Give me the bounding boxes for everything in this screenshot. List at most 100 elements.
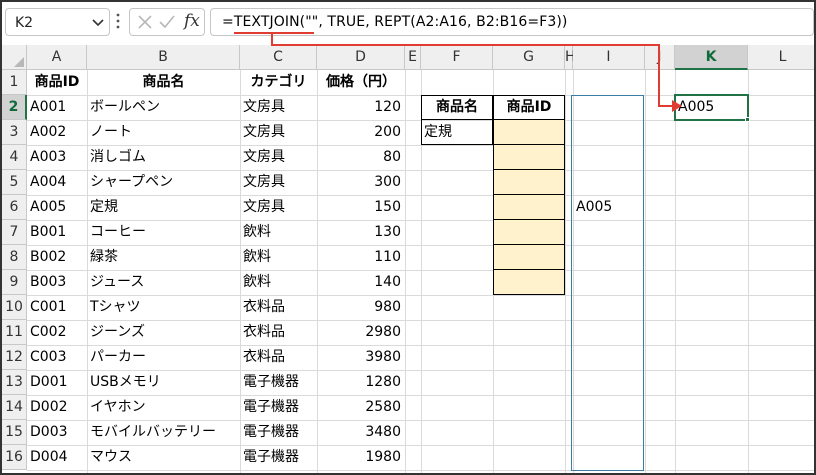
row-header-11[interactable]: 11 [2,320,27,345]
cell-id[interactable]: A005 [27,195,87,220]
cell-name[interactable]: ノート [87,120,240,145]
cancel-icon[interactable] [138,15,152,29]
cell-name[interactable]: マウス [87,445,240,470]
column-header-l[interactable]: L [748,45,814,70]
cell-name[interactable]: モバイルバッテリー [87,420,240,445]
cell-category[interactable]: 電子機器 [240,445,317,470]
row-header-13[interactable]: 13 [2,370,27,395]
cell-id[interactable]: D004 [27,445,87,470]
cell-id[interactable]: A003 [27,145,87,170]
cell-name[interactable]: パーカー [87,345,240,370]
cell-g2[interactable]: 商品ID [493,95,565,120]
row-header-14[interactable]: 14 [2,395,27,420]
fill-handle[interactable] [745,117,750,122]
cell-price[interactable]: 2580 [317,395,405,420]
name-box[interactable]: K2 [5,8,110,36]
row-header-12[interactable]: 12 [2,345,27,370]
cell-price[interactable]: 130 [317,220,405,245]
column-header-h[interactable]: H [565,45,576,70]
cell-id[interactable]: D003 [27,420,87,445]
cell-category[interactable]: 飲料 [240,270,317,295]
column-header-b[interactable]: B [87,45,240,70]
select-all-button[interactable] [2,45,27,70]
cell-name[interactable]: 定規 [87,195,240,220]
row-header-16[interactable]: 16 [2,445,27,470]
cell-price[interactable]: 110 [317,245,405,270]
cell-category[interactable]: 電子機器 [240,370,317,395]
cell-c1[interactable]: カテゴリ [240,70,317,95]
cell-category[interactable]: 文房具 [240,195,317,220]
column-header-i[interactable]: I [573,45,645,70]
enter-icon[interactable] [159,15,175,29]
cell-name[interactable]: USBメモリ [87,370,240,395]
row-header-3[interactable]: 3 [2,120,27,145]
row-header-6[interactable]: 6 [2,195,27,220]
cell-category[interactable]: 文房具 [240,120,317,145]
column-header-d[interactable]: D [317,45,405,70]
row-header-4[interactable]: 4 [2,145,27,170]
cell-id[interactable]: A002 [27,120,87,145]
cell-name[interactable]: Tシャツ [87,295,240,320]
cell-name[interactable]: ジュース [87,270,240,295]
cell-category[interactable]: 文房具 [240,95,317,120]
insert-function-icon[interactable]: fx [184,11,200,31]
chevron-down-icon[interactable] [91,17,105,29]
cell-id[interactable]: B002 [27,245,87,270]
column-header-c[interactable]: C [240,45,317,70]
cell-price[interactable]: 3980 [317,345,405,370]
column-header-g[interactable]: G [493,45,565,70]
cell-name[interactable]: イヤホン [87,395,240,420]
cell-price[interactable]: 80 [317,145,405,170]
cell-name[interactable]: コーヒー [87,220,240,245]
cell-price[interactable]: 1280 [317,370,405,395]
cell-id[interactable]: A001 [27,95,87,120]
cell-price[interactable]: 150 [317,195,405,220]
cell-price[interactable]: 200 [317,120,405,145]
row-header-2[interactable]: 2 [2,95,27,120]
cell-a1[interactable]: 商品ID [27,70,87,95]
cell-category[interactable]: 電子機器 [240,395,317,420]
cell-price[interactable]: 300 [317,170,405,195]
cell-f2[interactable]: 商品名 [421,95,493,120]
more-options-icon[interactable] [115,11,121,31]
cell-id[interactable]: C001 [27,295,87,320]
cell-f3[interactable]: 定規 [421,120,493,145]
cell-name[interactable]: 緑茶 [87,245,240,270]
cell-id[interactable]: B001 [27,220,87,245]
cell-category[interactable]: 衣料品 [240,295,317,320]
cell-category[interactable]: 衣料品 [240,345,317,370]
cell-category[interactable]: 電子機器 [240,420,317,445]
cell-name[interactable]: ボールペン [87,95,240,120]
column-header-f[interactable]: F [421,45,493,70]
cell-price[interactable]: 140 [317,270,405,295]
row-header-15[interactable]: 15 [2,420,27,445]
cell-price[interactable]: 980 [317,295,405,320]
cell-price[interactable]: 1980 [317,445,405,470]
cell-price[interactable]: 2980 [317,320,405,345]
row-header-9[interactable]: 9 [2,270,27,295]
cell-b1[interactable]: 商品名 [87,70,240,95]
formula-input[interactable]: =TEXTJOIN("", TRUE, REPT(A2:A16, B2:B16=… [210,8,814,36]
row-header-5[interactable]: 5 [2,170,27,195]
cell-id[interactable]: D001 [27,370,87,395]
cell-id[interactable]: B003 [27,270,87,295]
column-header-j[interactable]: J [645,45,675,70]
row-header-10[interactable]: 10 [2,295,27,320]
cell-id[interactable]: C002 [27,320,87,345]
cell-category[interactable]: 文房具 [240,145,317,170]
cell-id[interactable]: C003 [27,345,87,370]
cell-name[interactable]: 消しゴム [87,145,240,170]
cell-price[interactable]: 120 [317,95,405,120]
row-header-1[interactable]: 1 [2,70,27,95]
cell-id[interactable]: D002 [27,395,87,420]
row-header-8[interactable]: 8 [2,245,27,270]
column-header-e[interactable]: E [405,45,421,70]
column-header-a[interactable]: A [27,45,87,70]
cell-i6[interactable]: A005 [573,195,645,220]
cell-category[interactable]: 文房具 [240,170,317,195]
cell-id[interactable]: A004 [27,170,87,195]
cell-price[interactable]: 3480 [317,420,405,445]
cell-category[interactable]: 衣料品 [240,320,317,345]
column-header-k[interactable]: K [675,45,748,70]
cell-d1[interactable]: 価格（円） [317,70,405,95]
